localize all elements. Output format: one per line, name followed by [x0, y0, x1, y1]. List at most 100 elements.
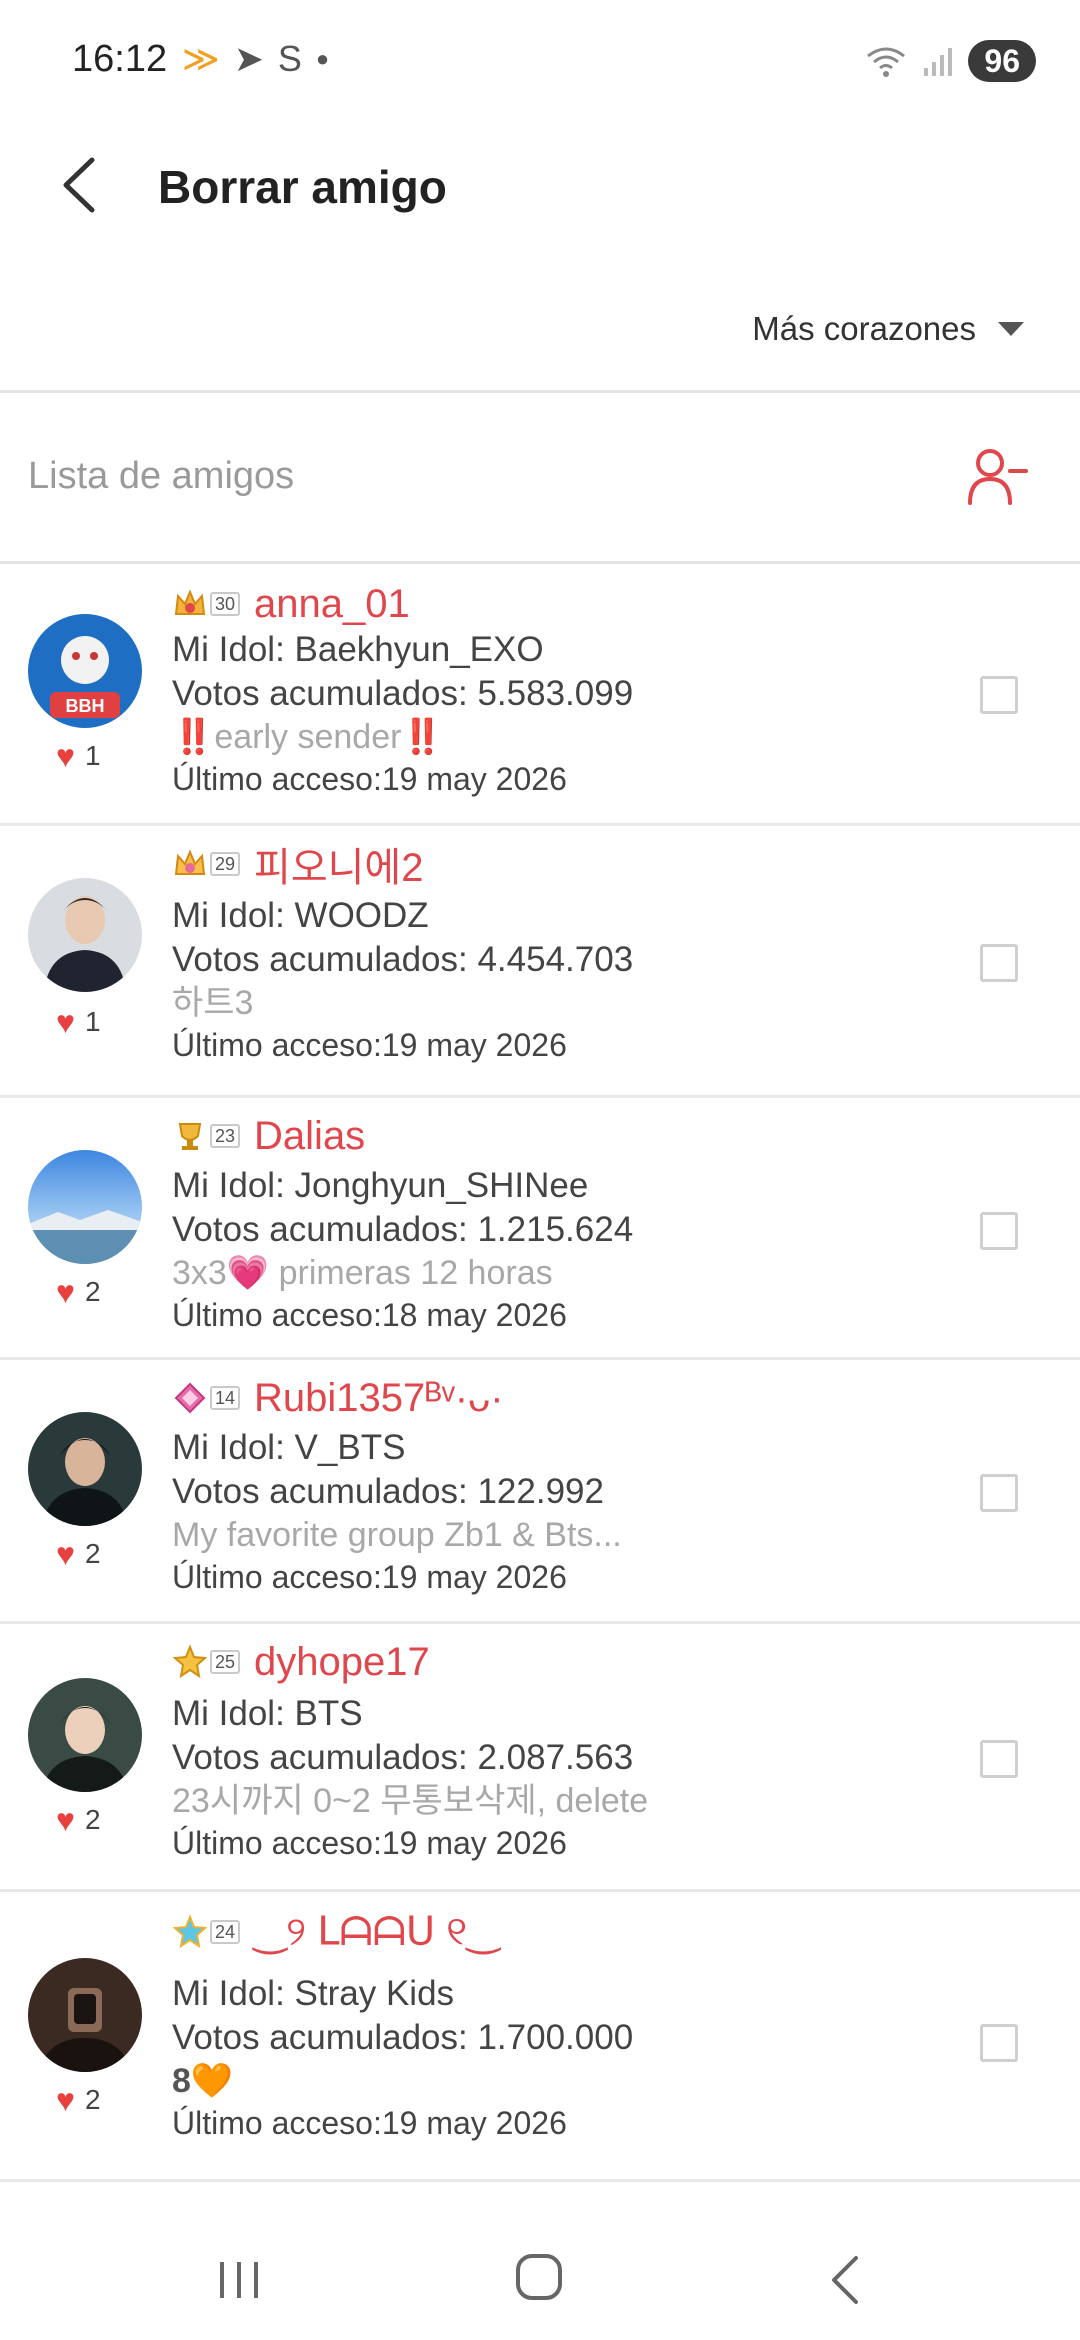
- heart-count-value: 2: [85, 1804, 101, 1835]
- friend-idol: Mi Idol: Jonghyun_SHINee: [172, 1166, 589, 1205]
- nav-back-button[interactable]: [826, 2254, 866, 2306]
- level-badge: 14: [210, 1386, 241, 1410]
- avatar: [28, 878, 142, 992]
- friend-row[interactable]: ♥ 1 29 피오니에2 Mi Idol: WOODZ Votos acumul…: [0, 826, 1080, 1098]
- heart-count-value: 2: [85, 2084, 101, 2115]
- battery-indicator: 96: [968, 40, 1036, 82]
- star-badge-icon: [172, 1644, 208, 1680]
- friend-status: 하트3: [172, 984, 254, 1022]
- page-title: Borrar amigo: [158, 161, 447, 213]
- svg-text:BBH: BBH: [66, 696, 105, 716]
- friend-checkbox[interactable]: [980, 676, 1018, 714]
- friend-status: My favorite group Zb1 & Bts...: [172, 1516, 622, 1554]
- friend-row[interactable]: ♥ 2 24 ‿୨ ᒪᗩᗩᑌ ୧‿ Mi Idol: Stray Kids Vo…: [0, 1892, 1080, 2182]
- friend-name-line: 25 dyhope17: [172, 1638, 648, 1686]
- friend-checkbox[interactable]: [980, 1740, 1018, 1778]
- heart-count-value: 1: [85, 740, 101, 771]
- heart-icon: ♥: [56, 1802, 75, 1838]
- friend-last-access: Último acceso:19 may 2026: [172, 1825, 567, 1861]
- s-icon: S: [277, 38, 302, 79]
- friend-name: dyhope17: [254, 1639, 430, 1684]
- friend-last-access: Último acceso:19 may 2026: [172, 761, 567, 797]
- level-badge: 29: [210, 852, 241, 876]
- heart-count: ♥ 1: [56, 740, 101, 772]
- friend-list: BBH ♥ 1 30 anna_01 Mi Idol: Baekhyun_EXO…: [0, 564, 1080, 2182]
- friend-info: 29 피오니에2 Mi Idol: WOODZ Votos acumulados…: [172, 840, 633, 1066]
- heart-icon: ♥: [56, 1274, 75, 1310]
- heart-icon: ♥: [56, 1536, 75, 1572]
- remove-friend-button[interactable]: [966, 445, 1028, 507]
- friend-checkbox[interactable]: [980, 1212, 1018, 1250]
- friend-status: 8🧡: [172, 2062, 234, 2100]
- dot-icon: ●: [315, 46, 330, 71]
- friend-name: ‿୨ ᒪᗩᗩᑌ ୧‿: [254, 1910, 500, 1954]
- avatar: [28, 1150, 142, 1264]
- friend-name-line: 30 anna_01: [172, 580, 633, 628]
- gem-badge-icon: [172, 1380, 208, 1416]
- user-minus-icon: [968, 449, 1028, 505]
- friend-votes: Votos acumulados: 1.700.000: [172, 2018, 634, 2057]
- friend-checkbox[interactable]: [980, 2024, 1018, 2062]
- status-bar: 16:12 ≫ ➤ S ● 96: [0, 0, 1080, 120]
- level-badge: 24: [210, 1920, 241, 1944]
- friend-idol: Mi Idol: Baekhyun_EXO: [172, 630, 544, 669]
- friend-list-title: Lista de amigos: [28, 455, 295, 497]
- friend-idol: Mi Idol: WOODZ: [172, 896, 429, 935]
- heart-icon: ♥: [56, 738, 75, 774]
- avatar: BBH: [28, 614, 142, 728]
- friend-votes: Votos acumulados: 2.087.563: [172, 1738, 634, 1777]
- system-nav-bar: [0, 2210, 1080, 2340]
- heart-count: ♥ 2: [56, 1804, 101, 1836]
- friend-name: 피오니에2: [254, 846, 424, 890]
- friend-status: ‼️early sender‼️: [172, 718, 444, 756]
- star-badge-icon: [172, 1914, 208, 1950]
- caret-down-icon: [998, 322, 1024, 336]
- status-app-icons: ≫ ➤ S ●: [182, 38, 329, 80]
- friend-name-line: 29 피오니에2: [172, 840, 633, 890]
- heart-count: ♥ 2: [56, 1276, 101, 1308]
- recent-apps-button[interactable]: [216, 2260, 262, 2300]
- trophy-badge-icon: [172, 1118, 208, 1154]
- friend-votes: Votos acumulados: 4.454.703: [172, 940, 634, 979]
- avatar: [28, 1958, 142, 2072]
- telegram-icon: ➤: [233, 38, 264, 79]
- recent-apps-icon: [220, 2262, 258, 2298]
- friend-info: 25 dyhope17 Mi Idol: BTS Votos acumulado…: [172, 1638, 648, 1864]
- level-badge: 30: [210, 592, 241, 616]
- heart-count: ♥ 1: [56, 1006, 101, 1038]
- friend-votes: Votos acumulados: 5.583.099: [172, 674, 634, 713]
- friend-name: Rubi1357ᴮᵛ·ᴗ·: [254, 1375, 504, 1420]
- status-right: 96: [864, 40, 1036, 82]
- crown-badge-icon: [172, 846, 208, 882]
- status-time: 16:12: [72, 38, 168, 80]
- heart-count-value: 2: [85, 1276, 101, 1307]
- friend-last-access: Último acceso:19 may 2026: [172, 1027, 567, 1063]
- friend-info: 14 Rubi1357ᴮᵛ·ᴗ· Mi Idol: V_BTS Votos ac…: [172, 1374, 622, 1598]
- friend-last-access: Último acceso:19 may 2026: [172, 2105, 567, 2141]
- back-button[interactable]: [52, 150, 112, 220]
- heart-count-value: 2: [85, 1538, 101, 1569]
- level-badge: 23: [210, 1124, 241, 1148]
- friend-info: 30 anna_01 Mi Idol: Baekhyun_EXO Votos a…: [172, 580, 633, 800]
- friend-name: anna_01: [254, 581, 410, 626]
- home-button[interactable]: [516, 2254, 562, 2300]
- friend-row[interactable]: ♥ 2 25 dyhope17 Mi Idol: BTS Votos acumu…: [0, 1624, 1080, 1892]
- friend-checkbox[interactable]: [980, 1474, 1018, 1512]
- heart-count-value: 1: [85, 1006, 101, 1037]
- chevron-left-icon: [832, 2256, 858, 2304]
- avatar: [28, 1678, 142, 1792]
- signal-icon: [924, 48, 953, 76]
- heart-icon: ♥: [56, 2082, 75, 2118]
- friend-row[interactable]: ♥ 2 14 Rubi1357ᴮᵛ·ᴗ· Mi Idol: V_BTS Voto…: [0, 1360, 1080, 1624]
- chevron-left-icon: [63, 157, 95, 213]
- friend-row[interactable]: BBH ♥ 1 30 anna_01 Mi Idol: Baekhyun_EXO…: [0, 564, 1080, 826]
- sort-dropdown[interactable]: Más corazones: [752, 310, 1024, 348]
- heart-count: ♥ 2: [56, 1538, 101, 1570]
- friend-checkbox[interactable]: [980, 944, 1018, 982]
- crown-badge-icon: [172, 586, 208, 622]
- wifi-icon: [867, 47, 906, 77]
- friend-status: 23시까지 0~2 무통보삭제, delete: [172, 1782, 649, 1820]
- friend-list-header: Lista de amigos: [0, 393, 1080, 561]
- friend-row[interactable]: ♥ 2 23 Dalias Mi Idol: Jonghyun_SHINee V…: [0, 1098, 1080, 1360]
- heart-count: ♥ 2: [56, 2084, 101, 2116]
